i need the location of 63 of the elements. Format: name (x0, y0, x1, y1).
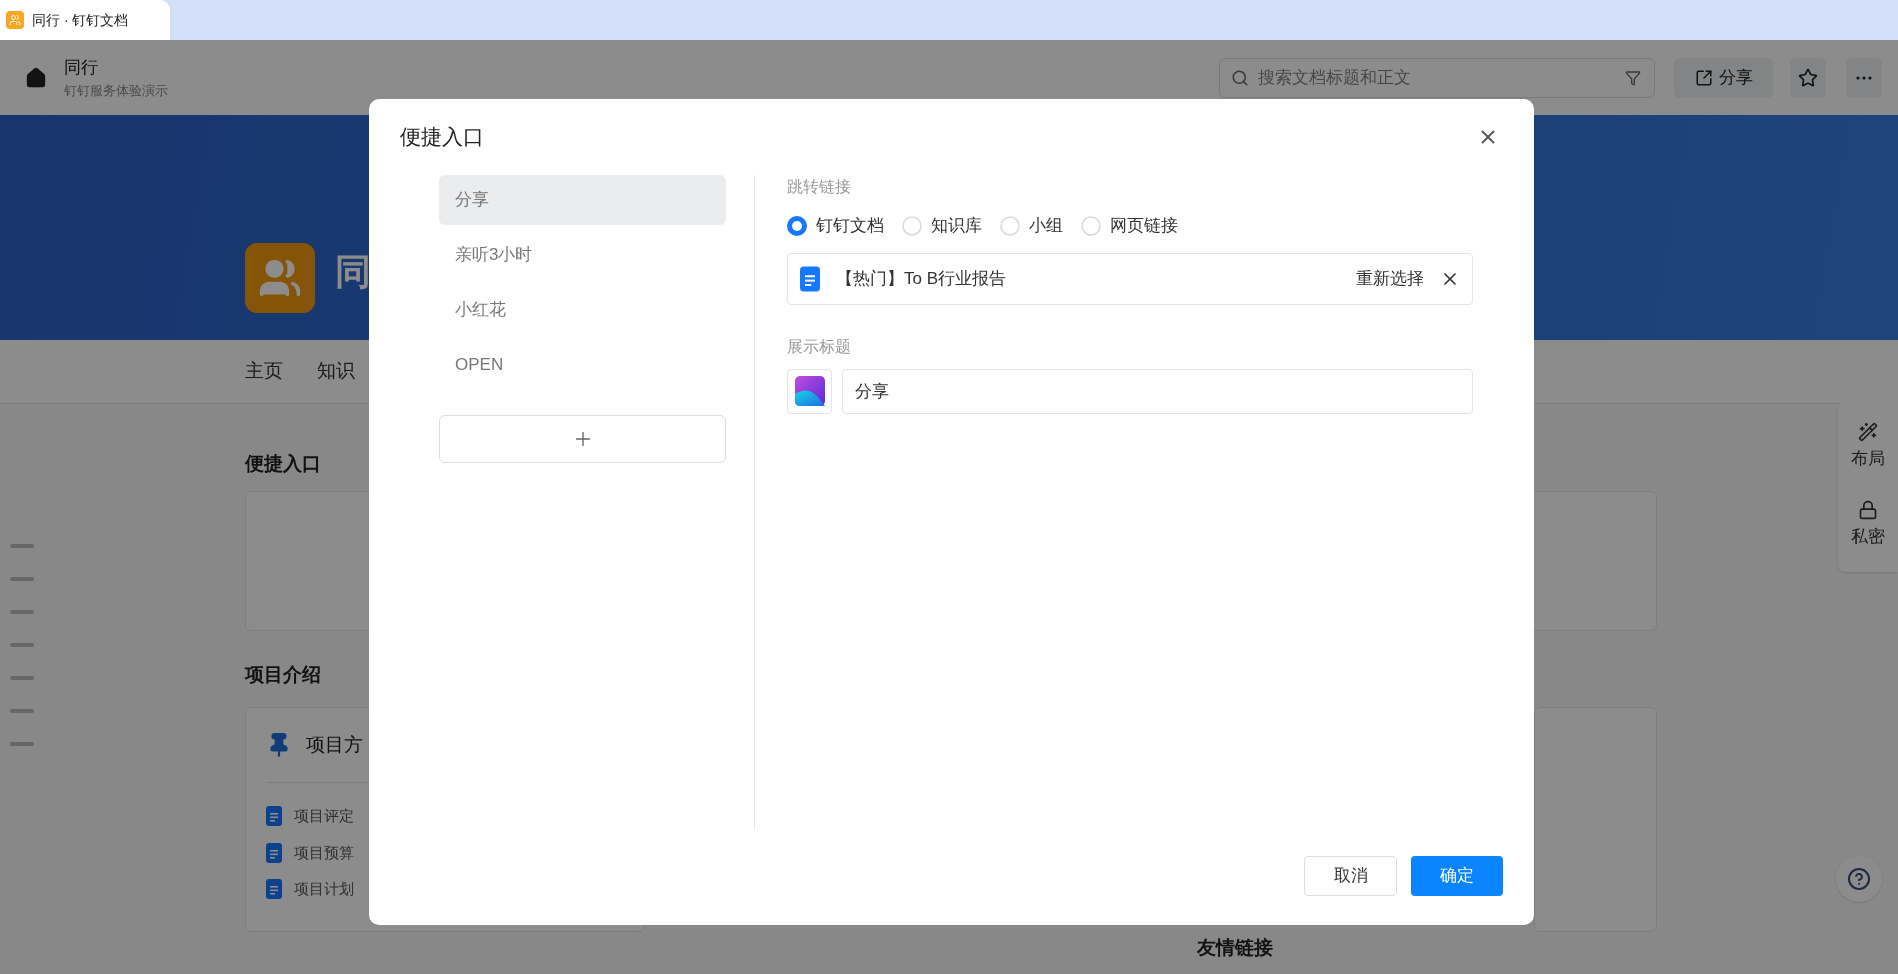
confirm-button[interactable]: 确定 (1411, 856, 1503, 896)
tab-title: 同行 · 钉钉文档 (32, 10, 129, 30)
nav-tab[interactable]: 知识 (317, 357, 355, 386)
card-title: 项目方 (306, 732, 363, 757)
star-icon (1798, 67, 1818, 88)
toolbar-button[interactable]: 布局 (1851, 422, 1885, 472)
lock-icon (1858, 500, 1878, 521)
toolbar-button[interactable]: 私密 (1851, 500, 1885, 550)
banner-title: 同 (335, 250, 371, 294)
document-icon (266, 879, 282, 900)
outline-marker[interactable] (10, 676, 34, 680)
field-label: 展示标题 (787, 336, 852, 357)
outline-marker[interactable] (10, 577, 34, 581)
help-icon (1847, 867, 1871, 891)
entry-item[interactable]: 分享 (439, 175, 726, 225)
radio-option[interactable]: 网页链接 (1081, 213, 1178, 239)
radio-option[interactable]: 钉钉文档 (787, 213, 884, 239)
outline-marker[interactable] (10, 610, 34, 614)
document-icon (800, 265, 820, 292)
search-field[interactable]: 搜索文档标题和正文 (1219, 57, 1655, 98)
document-icon (266, 842, 282, 863)
search-icon (1231, 68, 1249, 87)
field-label: 跳转链接 (787, 177, 852, 197)
favorite-button[interactable] (1790, 57, 1826, 98)
space-title: 同行 (64, 57, 99, 79)
doc-link[interactable]: 项目计划 (294, 878, 354, 901)
space-subtitle: 钉钉服务体验演示 (64, 81, 168, 100)
doc-link[interactable]: 项目预算 (294, 841, 354, 864)
filter-icon[interactable] (1625, 69, 1641, 86)
display-title-field[interactable]: 分享 (842, 368, 1473, 414)
linked-doc-field[interactable]: 【热门】To B行业报告 重新选择 (787, 252, 1473, 305)
outline-marker[interactable] (10, 643, 34, 647)
dialog-title: 便捷入口 (400, 124, 484, 151)
add-entry-button[interactable] (439, 415, 726, 463)
nav-tab[interactable]: 主页 (245, 357, 283, 386)
gradient-image-icon (794, 376, 825, 406)
entry-item[interactable]: OPEN (439, 340, 726, 390)
section-title: 友情链接 (1197, 936, 1273, 960)
cancel-button[interactable]: 取消 (1304, 856, 1397, 896)
document-icon (266, 806, 282, 827)
outline-marker[interactable] (10, 709, 34, 713)
reselect-link[interactable]: 重新选择 (1356, 265, 1424, 292)
entry-item[interactable]: 小红花 (439, 285, 726, 335)
more-icon (1856, 75, 1872, 80)
radio-option[interactable]: 小组 (1000, 213, 1063, 239)
more-button[interactable] (1846, 57, 1882, 98)
entry-item[interactable]: 亲听3小时 (439, 230, 726, 280)
outline-marker[interactable] (10, 742, 34, 746)
cover-image-button[interactable] (787, 368, 832, 414)
browser-tab[interactable]: 同行 · 钉钉文档 (0, 0, 170, 40)
help-button[interactable] (1836, 856, 1882, 902)
share-icon (1694, 68, 1713, 87)
home-icon (25, 66, 47, 89)
doc-link[interactable]: 项目评定 (294, 805, 354, 828)
outline-marker[interactable] (10, 544, 34, 548)
share-button[interactable]: 分享 (1674, 57, 1773, 98)
section-title: 项目介绍 (245, 662, 321, 687)
linked-doc-title: 【热门】To B行业报告 (836, 267, 1008, 290)
space-avatar-icon (245, 243, 315, 313)
magic-wand-icon (1858, 422, 1878, 443)
app-logo-icon (6, 11, 24, 29)
section-title: 便捷入口 (245, 452, 321, 476)
radio-option[interactable]: 知识库 (902, 213, 982, 239)
